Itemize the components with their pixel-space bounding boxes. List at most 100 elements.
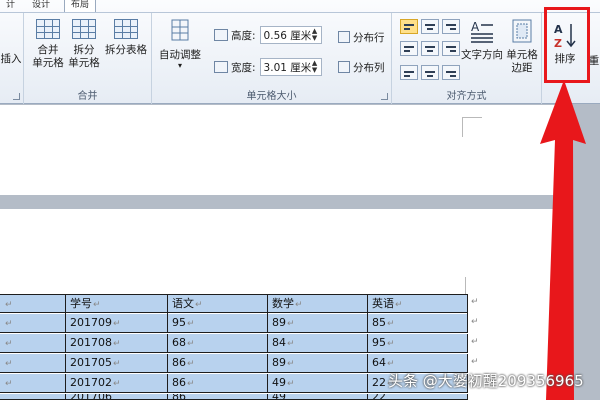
watermark-text: 头条 @大婆初醒209356965 bbox=[388, 372, 584, 390]
table-cell[interactable]: ↵ bbox=[0, 354, 66, 373]
align-bottom-right-button[interactable] bbox=[442, 65, 460, 80]
svg-text:A: A bbox=[471, 20, 480, 34]
group-label-merge: 合并 bbox=[77, 91, 98, 102]
width-label: 宽度: bbox=[231, 61, 256, 74]
table-cell[interactable]: 201705↵ bbox=[66, 354, 168, 373]
split-cells-button[interactable]: 拆分 单元格 bbox=[68, 19, 100, 70]
height-input[interactable]: 0.56 厘米 ▲ ▼ bbox=[259, 26, 322, 44]
align-bottom-left-button[interactable] bbox=[400, 65, 418, 80]
table-header-cell[interactable]: 数学↵ bbox=[268, 295, 368, 314]
height-value: 0.56 厘米 bbox=[263, 29, 312, 42]
autofit-button[interactable]: 自动调整 ▾ bbox=[156, 19, 204, 70]
ribbon-groups: 插入 合并 单元格 拆分 单元格 拆分表格 合并 自动调整 ▾ 高度: 0.56… bbox=[0, 12, 600, 104]
text-direction-button[interactable]: A 文字方向 bbox=[460, 19, 504, 62]
table-header-cell[interactable]: ↵ bbox=[0, 295, 66, 314]
align-top-left-button[interactable] bbox=[400, 19, 418, 34]
merge-cells-button[interactable]: 合并 单元格 bbox=[30, 19, 66, 70]
table-cell[interactable]: 95↵ bbox=[368, 334, 468, 353]
table-cell[interactable] bbox=[0, 394, 66, 399]
table-cell[interactable]: 86↵ bbox=[168, 354, 268, 373]
merge-cells-icon bbox=[36, 19, 60, 39]
cell-margins-button[interactable]: 单元格 边距 bbox=[504, 19, 540, 75]
group-insert: 插入 bbox=[0, 13, 24, 104]
width-row: 宽度: 3.01 厘米 ▲ ▼ bbox=[214, 57, 322, 77]
width-input[interactable]: 3.01 厘米 ▲ ▼ bbox=[259, 58, 322, 76]
table-cell[interactable]: 89↵ bbox=[268, 314, 368, 333]
table-header-cell[interactable]: 学号↵ bbox=[66, 295, 168, 314]
table-cell[interactable]: 201702↵ bbox=[66, 374, 168, 393]
autofit-icon bbox=[171, 19, 189, 41]
align-top-center-button[interactable] bbox=[421, 19, 439, 34]
column-width-icon bbox=[214, 61, 228, 73]
height-label: 高度: bbox=[231, 29, 256, 42]
page-corner-mark bbox=[462, 117, 482, 137]
align-middle-center-button[interactable] bbox=[421, 41, 439, 56]
table-header-row[interactable]: ↵ 学号↵ 语文↵ 数学↵ 英语↵ bbox=[0, 294, 468, 314]
distribute-rows-label: 分布行 bbox=[353, 31, 385, 44]
row-end-mark: ↵ bbox=[471, 337, 479, 347]
text-direction-label: 文字方向 bbox=[461, 49, 503, 61]
distribute-columns-button[interactable]: 分布列 bbox=[338, 57, 385, 77]
table-header-cell[interactable]: 语文↵ bbox=[168, 295, 268, 314]
cell-margins-label: 单元格 边距 bbox=[506, 49, 538, 74]
table-cell[interactable]: 22 bbox=[368, 394, 468, 399]
distribute-columns-label: 分布列 bbox=[353, 61, 385, 74]
ribbon-tabs: 计 设计 布局 bbox=[0, 0, 600, 12]
table-cell[interactable]: 49↵ bbox=[268, 374, 368, 393]
table-cell[interactable]: 201709↵ bbox=[66, 314, 168, 333]
insert-launcher-icon[interactable] bbox=[13, 93, 20, 100]
table-cell[interactable]: 49 bbox=[268, 394, 368, 399]
group-alignment: A 文字方向 单元格 边距 对齐方式 bbox=[392, 13, 542, 104]
table-header-cell[interactable]: 英语↵ bbox=[368, 295, 468, 314]
tab-design[interactable]: 设计 bbox=[26, 0, 56, 12]
align-middle-left-button[interactable] bbox=[400, 41, 418, 56]
table-cell[interactable]: ↵ bbox=[0, 334, 66, 353]
table-cell[interactable]: 95↵ bbox=[168, 314, 268, 333]
table-cell[interactable]: 86 bbox=[168, 394, 268, 399]
distribute-rows-button[interactable]: 分布行 bbox=[338, 27, 385, 47]
split-table-button[interactable]: 拆分表格 bbox=[102, 19, 150, 57]
insert-button[interactable]: 插入 bbox=[0, 53, 22, 66]
align-middle-right-button[interactable] bbox=[442, 41, 460, 56]
table-cell[interactable]: ↵ bbox=[0, 374, 66, 393]
height-row: 高度: 0.56 厘米 ▲ ▼ bbox=[214, 25, 322, 45]
group-merge: 合并 单元格 拆分 单元格 拆分表格 合并 bbox=[24, 13, 152, 104]
table-row[interactable]: 201706 86 49 22 bbox=[0, 394, 468, 400]
row-height-icon bbox=[214, 29, 228, 41]
autofit-dropdown-icon: ▾ bbox=[177, 61, 182, 70]
table-row[interactable]: ↵ 201708↵ 68↵ 84↵ 95↵ bbox=[0, 334, 468, 353]
table-cell[interactable]: 85↵ bbox=[368, 314, 468, 333]
group-label-alignment: 对齐方式 bbox=[446, 91, 487, 102]
distribute-columns-icon bbox=[338, 61, 350, 73]
distribute-rows-icon bbox=[338, 31, 350, 43]
split-cells-label: 拆分 单元格 bbox=[68, 44, 100, 69]
red-arrow-annotation bbox=[540, 80, 586, 400]
width-spinner-icon[interactable]: ▲ ▼ bbox=[311, 60, 319, 74]
table-cell[interactable]: 201706 bbox=[66, 394, 168, 399]
height-spinner-icon[interactable]: ▲ ▼ bbox=[311, 28, 319, 42]
table-cell[interactable]: ↵ bbox=[0, 314, 66, 333]
split-table-icon bbox=[114, 19, 138, 39]
tab-partial[interactable]: 计 bbox=[0, 0, 21, 12]
width-value: 3.01 厘米 bbox=[263, 61, 312, 74]
row-end-mark: ↵ bbox=[471, 297, 479, 307]
table-cell[interactable]: 89↵ bbox=[268, 354, 368, 373]
group-cell-size: 自动调整 ▾ 高度: 0.56 厘米 ▲ ▼ 宽度: 3.01 厘米 ▲ ▼ 分… bbox=[152, 13, 392, 104]
table-cell[interactable]: 86↵ bbox=[168, 374, 268, 393]
table-cell[interactable]: 68↵ bbox=[168, 334, 268, 353]
ribbon: 计 设计 布局 插入 合并 单元格 拆分 单元格 拆分表格 合并 自动调整 ▾ … bbox=[0, 0, 600, 104]
align-bottom-center-button[interactable] bbox=[421, 65, 439, 80]
sort-highlight-box bbox=[544, 7, 590, 83]
row-end-mark: ↵ bbox=[471, 317, 479, 327]
text-direction-icon: A bbox=[471, 20, 493, 43]
table-cell[interactable]: 201708↵ bbox=[66, 334, 168, 353]
tab-layout[interactable]: 布局 bbox=[64, 0, 97, 12]
document-page-previous bbox=[0, 105, 560, 195]
align-top-right-button[interactable] bbox=[442, 19, 460, 34]
cell-margins-icon bbox=[512, 19, 532, 43]
table-row[interactable]: ↵ 201709↵ 95↵ 89↵ 85↵ bbox=[0, 314, 468, 333]
cell-size-launcher-icon[interactable] bbox=[381, 93, 388, 100]
split-table-label: 拆分表格 bbox=[105, 44, 147, 56]
table-cell[interactable]: 84↵ bbox=[268, 334, 368, 353]
group-label-cell-size: 单元格大小 bbox=[246, 91, 297, 102]
